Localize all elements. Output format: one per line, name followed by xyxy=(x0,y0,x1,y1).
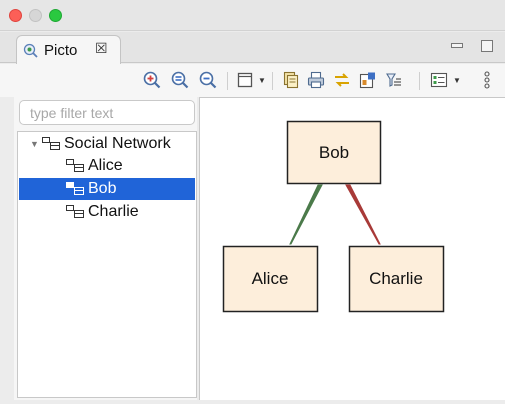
tree-item-alice[interactable]: Alice xyxy=(66,155,123,177)
print-icon[interactable] xyxy=(306,70,326,90)
window-minimize-button[interactable] xyxy=(29,9,42,22)
more-icon[interactable] xyxy=(480,70,494,90)
tree-item-label: Social Network xyxy=(64,135,171,152)
zoom-reset-icon[interactable] xyxy=(170,70,190,90)
edge-bob-alice[interactable] xyxy=(289,184,323,245)
window-zoom-button[interactable] xyxy=(49,9,62,22)
sync-icon[interactable] xyxy=(332,70,352,90)
title-bar xyxy=(0,0,505,31)
node-label: Bob xyxy=(319,143,349,162)
copy-icon[interactable] xyxy=(282,70,300,90)
diagram-canvas[interactable]: Bob Alice Charlie xyxy=(199,97,505,400)
maximize-view-button[interactable] xyxy=(481,40,493,52)
view-tab-bar: Picto ☒ xyxy=(0,32,505,64)
diagram: Bob Alice Charlie xyxy=(222,120,445,313)
filter-input[interactable] xyxy=(19,100,195,125)
expand-arrow-icon[interactable]: ▼ xyxy=(30,139,39,149)
diagram-node-bob[interactable]: Bob xyxy=(286,120,382,185)
class-node-icon xyxy=(66,205,84,218)
window-close-button[interactable] xyxy=(9,9,22,22)
view-title: Picto xyxy=(44,42,78,59)
options-icon[interactable] xyxy=(429,70,449,90)
toolbar-separator xyxy=(227,72,228,90)
class-node-icon xyxy=(66,159,84,172)
zoom-in-icon[interactable] xyxy=(142,70,162,90)
tree-item-label: Alice xyxy=(88,157,123,174)
tree-panel: ▼ Social Network Alice Bob Charlie xyxy=(14,97,197,400)
class-node-icon xyxy=(66,182,84,195)
tree-item-label: Bob xyxy=(88,180,117,197)
zoom-out-icon[interactable] xyxy=(198,70,218,90)
edge-bob-charlie[interactable] xyxy=(345,184,381,245)
tree-item-label: Charlie xyxy=(88,203,139,220)
tree-item-bob[interactable]: Bob xyxy=(66,178,116,200)
tab-picto[interactable]: Picto ☒ xyxy=(16,35,121,64)
model-tree[interactable]: ▼ Social Network Alice Bob Charlie xyxy=(17,131,197,398)
chevron-down-icon[interactable]: ▼ xyxy=(453,76,461,85)
chevron-down-icon[interactable]: ▼ xyxy=(258,76,266,85)
diagram-node-alice[interactable]: Alice xyxy=(222,245,319,313)
node-label: Charlie xyxy=(369,269,423,288)
export-icon[interactable] xyxy=(358,70,378,90)
picto-icon xyxy=(23,43,38,58)
toolbar-separator xyxy=(272,72,273,90)
close-icon[interactable]: ☒ xyxy=(95,40,108,57)
class-node-icon xyxy=(42,137,60,150)
view-toolbar: ▼ ▼ xyxy=(0,64,505,97)
minimize-view-button[interactable] xyxy=(451,43,463,48)
node-label: Alice xyxy=(252,269,289,288)
tree-item-social-network[interactable]: ▼ Social Network xyxy=(30,133,171,155)
toolbar-separator xyxy=(419,72,420,90)
filter-icon[interactable] xyxy=(384,70,404,90)
tree-item-charlie[interactable]: Charlie xyxy=(66,201,139,223)
eclipse-window: Picto ☒ ▼ ▼ type filter text ▼ Social Ne… xyxy=(0,0,505,404)
layout-icon[interactable] xyxy=(236,70,254,90)
diagram-node-charlie[interactable]: Charlie xyxy=(348,245,445,313)
